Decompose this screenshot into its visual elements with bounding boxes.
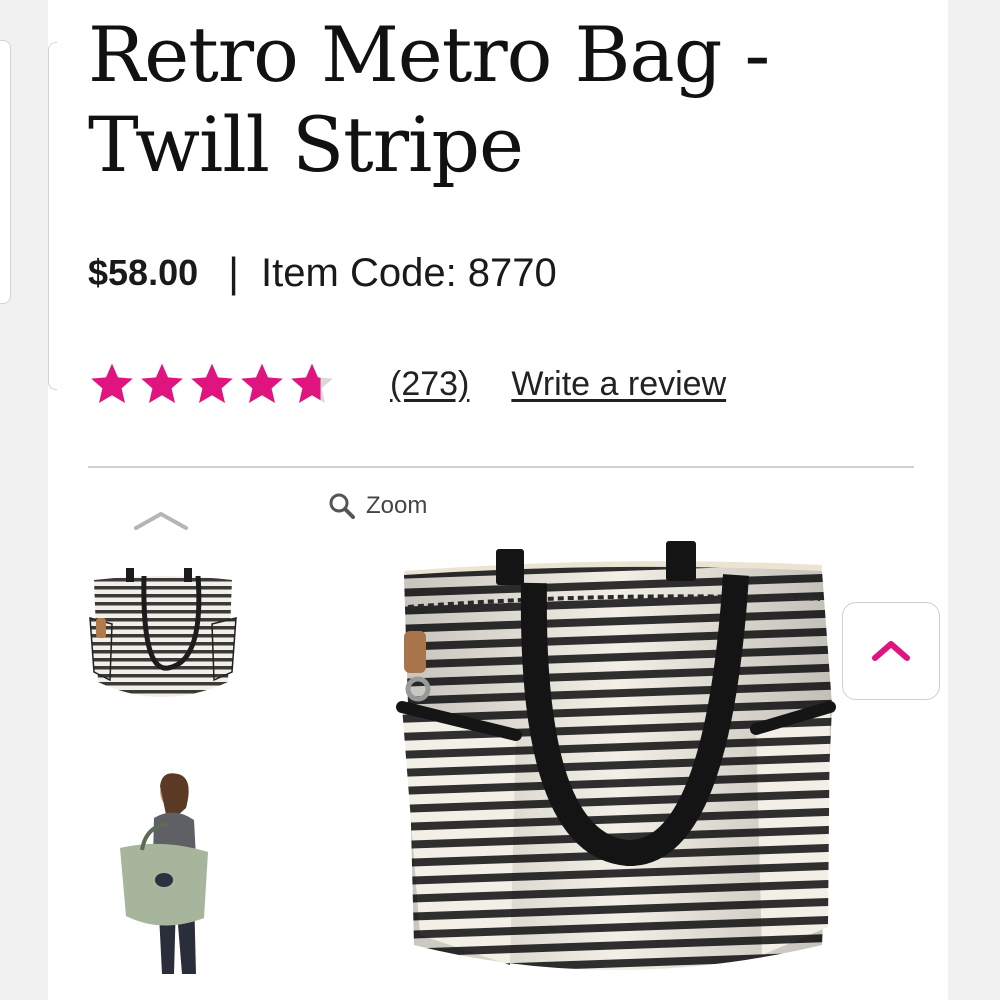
main-product-image[interactable] [392,535,852,1000]
star-icon [141,363,183,403]
item-code: Item Code: 8770 [261,250,557,295]
zoom-button[interactable]: Zoom [326,490,427,522]
page-edge [48,42,57,390]
price-row: $58.00 | Item Code: 8770 [88,248,557,298]
star-icon [241,363,283,403]
chevron-up-icon [872,641,910,661]
write-review-link[interactable]: Write a review [511,365,726,404]
half-star-icon [291,363,333,403]
review-count-link[interactable]: (273) [390,365,469,404]
striped-tote-thumbnail[interactable] [86,562,238,712]
magnifier-icon [329,493,355,519]
section-divider [88,466,914,468]
rating-row: (273) Write a review [88,358,726,410]
chevron-up-icon[interactable] [130,506,192,534]
star-icon [191,363,233,403]
star-icon [91,363,133,403]
price-separator: | [228,249,240,296]
model-carrying-bag-thumbnail[interactable] [112,768,222,978]
star-rating [88,360,338,408]
product-price: $58.00 [88,252,199,293]
side-drawer-handle[interactable] [0,40,11,304]
back-to-top-button[interactable] [842,602,940,700]
zoom-label: Zoom [366,492,428,519]
product-title: Retro Metro Bag - Twill Stripe [88,10,770,189]
